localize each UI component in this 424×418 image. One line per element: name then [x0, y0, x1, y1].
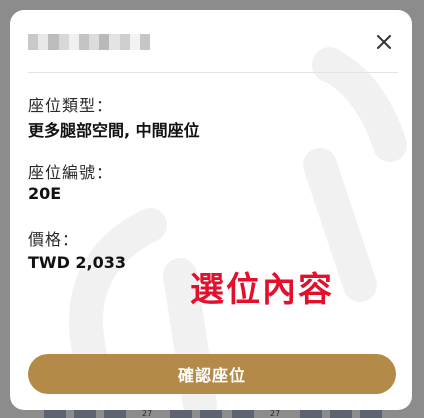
price-value: TWD 2,033 — [28, 253, 127, 272]
price-label: 價格： — [28, 230, 80, 249]
seat-type-value: 更多腿部空間, 中間座位 — [28, 121, 200, 140]
seat-selection-dialog: 座位類型： 更多腿部空間, 中間座位 座位編號： 20E 價格： TWD 2,0… — [10, 10, 412, 410]
watermark-graphic — [69, 47, 407, 410]
seat-number-label: 座位編號： — [28, 163, 114, 182]
seat-type-label: 座位類型： — [28, 96, 114, 115]
confirm-seat-button[interactable]: 確認座位 — [28, 354, 396, 394]
seat-row-number: 27 — [142, 409, 153, 418]
blurred-flight-title — [28, 34, 151, 50]
seat-number-value: 20E — [28, 184, 62, 203]
annotation-text: 選位內容 — [190, 270, 334, 310]
seat-row-number: 27 — [270, 409, 281, 418]
header-divider — [28, 72, 398, 73]
close-button[interactable] — [368, 26, 400, 58]
close-icon — [377, 35, 391, 49]
dialog-header — [10, 10, 412, 72]
